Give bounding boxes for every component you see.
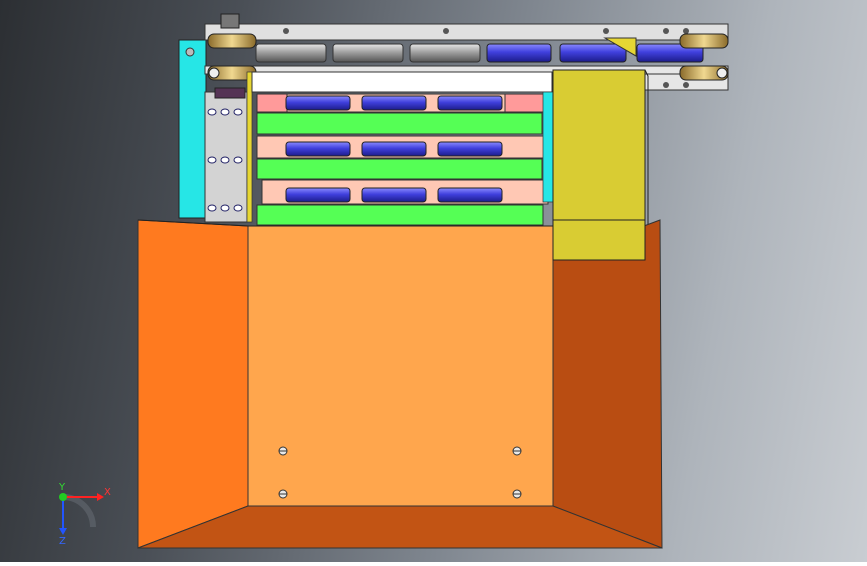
z-axis-arrow <box>59 528 67 535</box>
bolt <box>663 28 669 34</box>
roller <box>285 187 351 203</box>
motor-knob <box>220 13 240 29</box>
collection-bin <box>137 219 663 549</box>
z-axis-label: Z <box>59 536 66 547</box>
green-shelf <box>256 112 543 135</box>
bolt <box>603 28 609 34</box>
white-rail <box>251 71 553 93</box>
cyan-strip <box>542 91 554 203</box>
bolt <box>663 82 669 88</box>
bolt <box>683 28 689 34</box>
bin-left-wall <box>137 219 249 549</box>
yellow-post-left <box>246 71 253 223</box>
roller <box>285 141 351 157</box>
roller <box>437 141 503 157</box>
cyan-side-plate <box>178 39 207 219</box>
roller <box>437 95 503 111</box>
bin-back-wall <box>247 225 554 507</box>
y-axis-label: Y <box>58 482 66 493</box>
roller <box>361 141 427 157</box>
green-shelf <box>256 204 544 226</box>
bolt <box>283 28 289 34</box>
orientation-triad[interactable]: X Y Z <box>58 482 111 547</box>
plate-bolt <box>185 47 195 57</box>
x-axis-label: X <box>104 487 111 498</box>
bin-right-wall <box>552 219 663 549</box>
bolt <box>683 82 689 88</box>
y-axis-dot <box>59 493 67 501</box>
roller <box>437 187 503 203</box>
x-axis-arrow <box>97 493 104 501</box>
yellow-pusher-front <box>552 219 646 261</box>
roller <box>361 187 427 203</box>
shelf-stack <box>256 93 549 226</box>
roller <box>361 95 427 111</box>
green-shelf <box>256 158 543 180</box>
roller <box>285 95 351 111</box>
3d-viewport[interactable]: X Y Z <box>0 0 867 562</box>
bolt <box>443 28 449 34</box>
dark-bearing <box>214 87 246 99</box>
